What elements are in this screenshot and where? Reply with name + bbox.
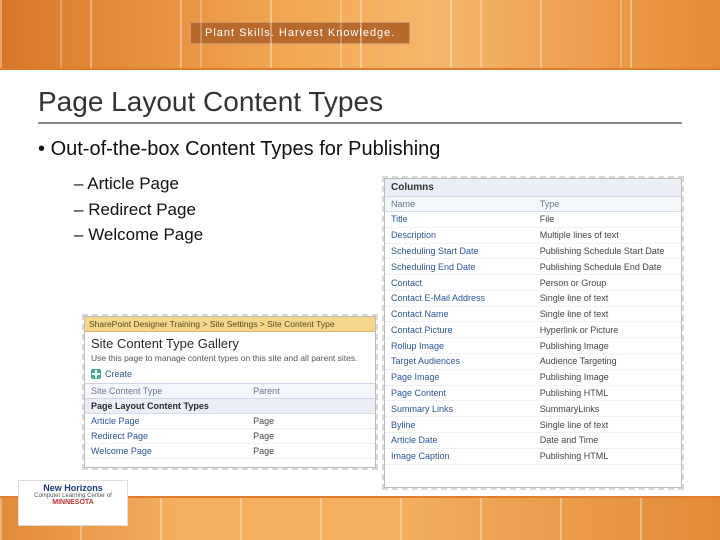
column-type: Single line of text (540, 420, 675, 430)
create-label: Create (105, 369, 132, 379)
column-type: Hyperlink or Picture (540, 325, 675, 335)
column-type: File (540, 214, 675, 224)
column-type: Single line of text (540, 309, 675, 319)
column-name[interactable]: Title (391, 214, 540, 224)
gallery-description: Use this page to manage content types on… (85, 353, 375, 367)
content-type-name[interactable]: Redirect Page (91, 431, 253, 441)
column-row: BylineSingle line of text (385, 417, 681, 433)
column-row: Contact PictureHyperlink or Picture (385, 322, 681, 338)
logo-state: MINNESOTA (19, 499, 127, 506)
column-type: Publishing HTML (540, 388, 675, 398)
columns-table-screenshot: Columns Name Type TitleFileDescriptionMu… (384, 178, 682, 488)
column-type: Publishing HTML (540, 451, 675, 461)
column-row: Contact E-Mail AddressSingle line of tex… (385, 291, 681, 307)
content-type-row: Welcome PagePage (85, 444, 375, 459)
column-name[interactable]: Page Image (391, 372, 540, 382)
columns-section-header: Columns (385, 179, 681, 197)
gallery-thead: Site Content Type Parent (85, 383, 375, 399)
column-row: Image CaptionPublishing HTML (385, 449, 681, 465)
column-name[interactable]: Byline (391, 420, 540, 430)
title-underline (38, 122, 682, 124)
column-name[interactable]: Scheduling Start Date (391, 246, 540, 256)
logo-title: New Horizons (19, 483, 127, 493)
column-row: Contact NameSingle line of text (385, 307, 681, 323)
column-name[interactable]: Contact Picture (391, 325, 540, 335)
column-row: Article DateDate and Time (385, 433, 681, 449)
column-row: Page ContentPublishing HTML (385, 386, 681, 402)
bullet-level-1: Out-of-the-box Content Types for Publish… (38, 138, 720, 161)
header-band: Plant Skills. Harvest Knowledge. (0, 0, 720, 68)
column-type: Publishing Image (540, 341, 675, 351)
column-type: Publishing Schedule End Date (540, 262, 675, 272)
column-name[interactable]: Target Audiences (391, 356, 540, 366)
th-parent: Parent (253, 386, 369, 396)
gallery-heading: Site Content Type Gallery (85, 332, 375, 353)
column-name[interactable]: Rollup Image (391, 341, 540, 351)
col-name-header: Name (391, 199, 540, 209)
content-type-gallery-screenshot: SharePoint Designer Training > Site Sett… (84, 316, 376, 468)
column-name[interactable]: Page Content (391, 388, 540, 398)
column-type: Audience Targeting (540, 356, 675, 366)
breadcrumb: SharePoint Designer Training > Site Sett… (85, 317, 375, 332)
create-link[interactable]: Create (85, 367, 375, 383)
page-title: Page Layout Content Types (38, 86, 720, 118)
column-row: DescriptionMultiple lines of text (385, 228, 681, 244)
column-type: Publishing Image (540, 372, 675, 382)
content-type-parent: Page (253, 416, 369, 426)
column-name[interactable]: Article Date (391, 435, 540, 445)
column-name[interactable]: Contact E-Mail Address (391, 293, 540, 303)
column-type: Person or Group (540, 278, 675, 288)
content-type-name[interactable]: Article Page (91, 416, 253, 426)
tagline: Plant Skills. Harvest Knowledge. (190, 22, 410, 44)
column-row: Summary LinksSummaryLinks (385, 401, 681, 417)
column-row: Scheduling End DatePublishing Schedule E… (385, 259, 681, 275)
columns-label: Columns (391, 182, 540, 193)
content-type-parent: Page (253, 446, 369, 456)
column-type: Publishing Schedule Start Date (540, 246, 675, 256)
column-name[interactable]: Summary Links (391, 404, 540, 414)
column-row: Target AudiencesAudience Targeting (385, 354, 681, 370)
column-row: TitleFile (385, 212, 681, 228)
column-type: SummaryLinks (540, 404, 675, 414)
column-row: Scheduling Start DatePublishing Schedule… (385, 244, 681, 260)
th-content-type: Site Content Type (91, 386, 253, 396)
content-type-name[interactable]: Welcome Page (91, 446, 253, 456)
content-type-parent: Page (253, 431, 369, 441)
content-type-row: Redirect PagePage (85, 429, 375, 444)
col-type-header: Type (540, 199, 675, 209)
column-type: Single line of text (540, 293, 675, 303)
column-name[interactable]: Contact (391, 278, 540, 288)
column-type: Date and Time (540, 435, 675, 445)
content-type-row: Article PagePage (85, 414, 375, 429)
column-type: Multiple lines of text (540, 230, 675, 240)
column-name[interactable]: Contact Name (391, 309, 540, 319)
column-row: Rollup ImagePublishing Image (385, 338, 681, 354)
column-row: Page ImagePublishing Image (385, 370, 681, 386)
plus-icon (91, 369, 101, 379)
column-name[interactable]: Image Caption (391, 451, 540, 461)
group-header: Page Layout Content Types (85, 399, 375, 414)
column-name[interactable]: Scheduling End Date (391, 262, 540, 272)
column-row: ContactPerson or Group (385, 275, 681, 291)
column-name[interactable]: Description (391, 230, 540, 240)
new-horizons-logo: New Horizons Computer Learning Center of… (18, 480, 128, 526)
columns-thead: Name Type (385, 197, 681, 212)
